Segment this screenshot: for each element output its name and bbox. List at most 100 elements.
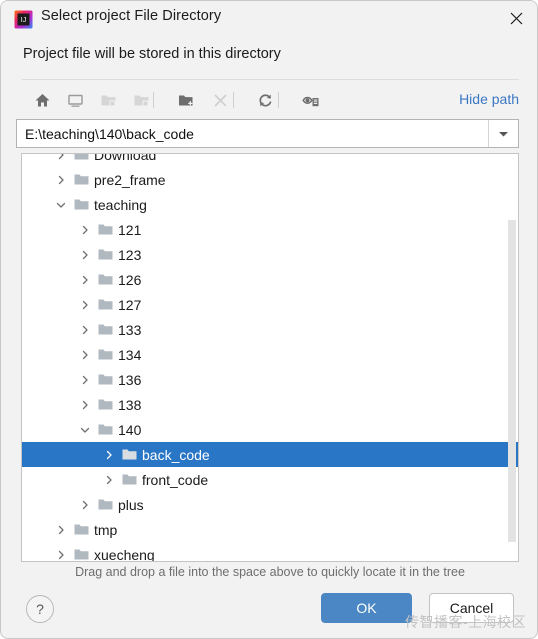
tree-row[interactable]: 127	[22, 292, 518, 317]
hide-path-link[interactable]: Hide path	[459, 91, 519, 107]
tree-row[interactable]: 140	[22, 417, 518, 442]
desktop-icon[interactable]	[62, 87, 88, 113]
path-field-row	[16, 119, 519, 148]
new-folder-icon[interactable]	[173, 87, 199, 113]
tree-row-toggle[interactable]	[52, 192, 70, 217]
tree-row-label: 138	[118, 396, 142, 413]
folder-icon	[70, 192, 92, 217]
help-button[interactable]: ?	[26, 595, 54, 623]
chevron-down-icon	[56, 202, 66, 208]
tree-row[interactable]: back_code	[22, 442, 518, 467]
folder-icon	[74, 174, 88, 185]
chevron-right-icon	[82, 400, 88, 409]
svg-text:IJ: IJ	[21, 17, 26, 24]
tree-row-toggle[interactable]	[52, 517, 70, 542]
tree-row-toggle[interactable]	[100, 467, 118, 492]
folder-icon	[98, 224, 112, 235]
select-directory-dialog: IJ Select project File Directory Project…	[0, 0, 538, 639]
folder-icon	[70, 542, 92, 561]
tree-row[interactable]: tmp	[22, 517, 518, 542]
folder-icon	[122, 449, 136, 460]
close-icon[interactable]	[493, 1, 537, 35]
chevron-right-icon	[82, 250, 88, 259]
folder-icon	[94, 342, 116, 367]
chevron-right-icon	[58, 550, 64, 559]
folder-icon	[98, 324, 112, 335]
chevron-right-icon	[82, 500, 88, 509]
tree-row-label: plus	[118, 496, 144, 513]
toolbar-separator	[233, 92, 234, 108]
chevron-right-icon	[58, 525, 64, 534]
tree-row-label: 121	[118, 221, 142, 238]
toolbar: Hide path	[1, 81, 537, 119]
tree-row[interactable]: 126	[22, 267, 518, 292]
tree-row-label: 136	[118, 371, 142, 388]
directory-tree[interactable]: Download pre2_frame teaching 121 123 126 127 13…	[21, 153, 519, 562]
tree-row-toggle[interactable]	[76, 317, 94, 342]
tree-row[interactable]: pre2_frame	[22, 167, 518, 192]
home-icon[interactable]	[29, 87, 55, 113]
tree-row-toggle[interactable]	[76, 242, 94, 267]
chevron-right-icon	[106, 475, 112, 484]
tree-row-toggle[interactable]	[76, 492, 94, 517]
show-hidden-icon[interactable]	[298, 87, 324, 113]
folder-icon	[94, 417, 116, 442]
chevron-right-icon	[82, 375, 88, 384]
folder-icon	[98, 374, 112, 385]
tree-row-toggle[interactable]	[76, 217, 94, 242]
tree-row-toggle[interactable]	[76, 267, 94, 292]
path-input[interactable]	[17, 120, 488, 147]
tree-row-toggle[interactable]	[52, 154, 70, 167]
tree-row-label: pre2_frame	[94, 171, 166, 188]
tree-row-toggle[interactable]	[76, 292, 94, 317]
chevron-right-icon	[82, 225, 88, 234]
tree-row[interactable]: 138	[22, 392, 518, 417]
folder-up-icon	[95, 87, 121, 113]
folder-icon	[94, 267, 116, 292]
tree-row[interactable]: Download	[22, 154, 518, 167]
tree-row[interactable]: 121	[22, 217, 518, 242]
folder-icon	[118, 442, 140, 467]
folder-icon	[74, 524, 88, 535]
chevron-right-icon	[58, 175, 64, 184]
window-title: Select project File Directory	[41, 8, 222, 24]
path-dropdown-button[interactable]	[488, 120, 518, 147]
tree-row-toggle[interactable]	[52, 542, 70, 561]
toolbar-separator	[153, 92, 154, 108]
tree-row-label: 133	[118, 321, 142, 338]
tree-row-toggle[interactable]	[100, 442, 118, 467]
tree-row-label: teaching	[94, 196, 147, 213]
tree-row-toggle[interactable]	[52, 167, 70, 192]
chevron-right-icon	[58, 154, 64, 159]
tree-row[interactable]: 123	[22, 242, 518, 267]
tree-row[interactable]: 133	[22, 317, 518, 342]
tree-row-toggle[interactable]	[76, 367, 94, 392]
tree-row-label: tmp	[94, 521, 118, 538]
folder-icon	[94, 317, 116, 342]
folder-icon	[98, 274, 112, 285]
folder-icon	[70, 154, 92, 167]
folder-icon	[98, 399, 112, 410]
folder-icon	[74, 154, 88, 160]
tree-vertical-scrollbar[interactable]	[508, 220, 516, 542]
tree-row[interactable]: teaching	[22, 192, 518, 217]
tree-row-toggle[interactable]	[76, 392, 94, 417]
cancel-button[interactable]: Cancel	[429, 593, 514, 623]
folder-icon	[94, 367, 116, 392]
tree-row-toggle[interactable]	[76, 417, 94, 442]
tree-row-label: front_code	[142, 471, 209, 488]
ok-button[interactable]: OK	[321, 593, 412, 623]
tree-row[interactable]: front_code	[22, 467, 518, 492]
tree-row-toggle[interactable]	[76, 342, 94, 367]
folder-icon	[98, 299, 112, 310]
refresh-icon[interactable]	[252, 87, 278, 113]
folder-icon	[94, 242, 116, 267]
chevron-right-icon	[82, 325, 88, 334]
tree-row[interactable]: 134	[22, 342, 518, 367]
tree-row[interactable]: 136	[22, 367, 518, 392]
chevron-down-icon	[499, 131, 508, 136]
tree-row-label: 140	[118, 421, 142, 438]
tree-row[interactable]: xuecheng	[22, 542, 518, 561]
tree-row[interactable]: plus	[22, 492, 518, 517]
folder-icon	[98, 249, 112, 260]
